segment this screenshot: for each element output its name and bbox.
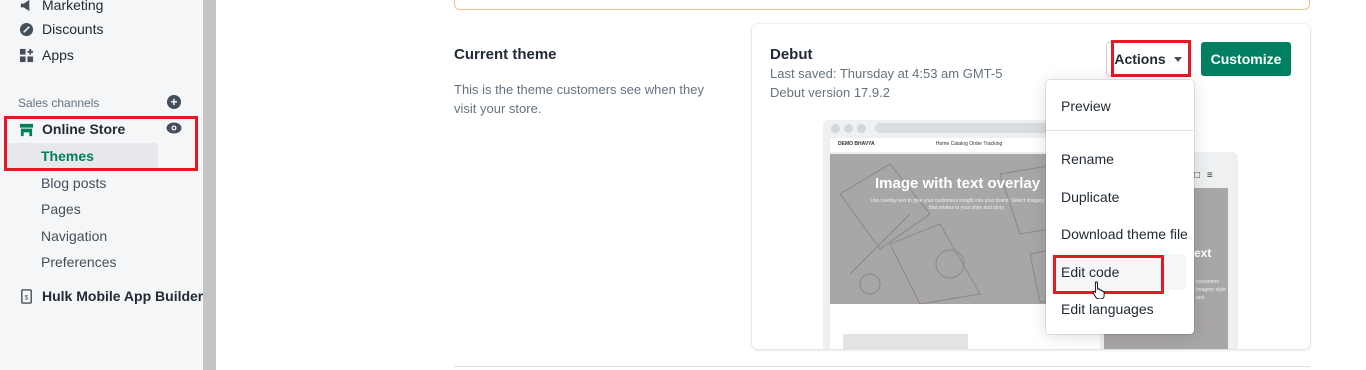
sidebar-subitem-preferences[interactable]: Preferences (41, 254, 116, 270)
current-theme-card: Debut Last saved: Thursday at 4:53 am GM… (752, 24, 1310, 349)
mobile-app-icon: $ (18, 288, 34, 304)
page-section-description: This is the theme customers see when the… (454, 82, 705, 116)
sidebar-subitem-blog-posts[interactable]: Blog posts (41, 175, 106, 191)
preview-mobile-hero-title: ext (1194, 246, 1212, 260)
preview-hero-subtitle: Use overlay text to give your customers … (870, 198, 1064, 211)
add-sales-channel-icon[interactable]: + (167, 95, 181, 109)
sidebar-item-label: Apps (42, 47, 74, 63)
sidebar-item-label: Hulk Mobile App Builder (42, 288, 204, 304)
sales-channels-heading: Sales channels (18, 96, 100, 110)
window-dot-icon (844, 124, 853, 133)
customize-button-label: Customize (1210, 51, 1282, 67)
actions-dropdown-menu: Preview Rename Duplicate Download theme … (1046, 80, 1194, 334)
theme-name: Debut (770, 46, 813, 63)
sidebar-subitem-pages[interactable]: Pages (41, 201, 81, 217)
theme-last-saved: Last saved: Thursday at 4:53 am GMT-5 (770, 66, 1003, 81)
page-section-title: Current theme (454, 46, 557, 63)
sidebar-item-discounts[interactable]: Discounts (18, 21, 103, 37)
sidebar-item-marketing[interactable]: Marketing (18, 0, 103, 13)
customize-button[interactable]: Customize (1201, 42, 1291, 76)
marketing-icon (18, 0, 34, 13)
hand-cursor-icon (1092, 281, 1105, 299)
preview-mobile-hero-subtitle: customers Imagery style and (1196, 279, 1226, 301)
svg-text:$: $ (24, 294, 28, 301)
menu-icon: ≡ (1206, 170, 1213, 181)
section-divider (454, 366, 1310, 367)
preview-hero-title: Image with text overlay (875, 175, 1041, 192)
highlight-box-online-store (4, 116, 198, 171)
bag-icon: □ (1194, 170, 1201, 181)
menu-item-edit-languages[interactable]: Edit languages (1061, 301, 1154, 317)
menu-item-rename[interactable]: Rename (1061, 151, 1114, 167)
window-dot-icon (857, 124, 866, 133)
sidebar-item-label: Marketing (42, 0, 104, 13)
mobile-header-icons: □ ≡ (1194, 170, 1213, 181)
sidebar-item-apps[interactable]: Apps (18, 47, 74, 63)
menu-item-duplicate[interactable]: Duplicate (1061, 189, 1119, 205)
menu-item-download-theme-file[interactable]: Download theme file (1061, 226, 1188, 242)
sidebar-item-hulk-app[interactable]: $ Hulk Mobile App Builder (18, 288, 203, 304)
highlight-box-actions (1111, 40, 1191, 77)
theme-version: Debut version 17.9.2 (770, 85, 890, 100)
preview-nav-links: Home Catalog Order Tracking (935, 141, 1003, 147)
highlight-box-edit-code (1053, 255, 1164, 294)
notice-banner (454, 0, 1310, 10)
menu-separator (1046, 130, 1194, 131)
discount-icon (18, 21, 34, 37)
window-dot-icon (831, 124, 840, 133)
apps-icon (18, 47, 34, 63)
preview-store-name: DEMO BHAVYA (838, 141, 875, 147)
menu-item-preview[interactable]: Preview (1061, 98, 1111, 114)
sidebar-item-label: Discounts (42, 21, 104, 37)
preview-footer-bar (843, 334, 968, 349)
sidebar-divider (203, 0, 216, 370)
sidebar-subitem-navigation[interactable]: Navigation (41, 228, 107, 244)
